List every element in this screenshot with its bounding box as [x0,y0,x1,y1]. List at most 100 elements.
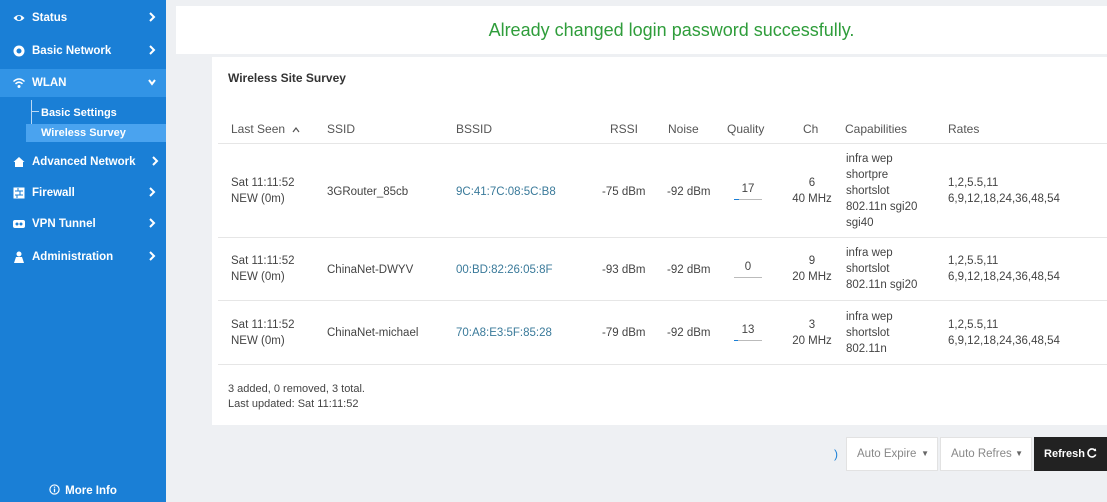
capability-line: 802.11n sgi20 [846,201,918,213]
cell-last-seen: Sat 11:11:52 NEW (0m) [231,175,295,207]
cell-capabilities: infra wep shortslot 802.11n [846,309,893,357]
survey-summary: 3 added, 0 removed, 3 total. [228,383,365,395]
house-icon [13,156,25,168]
capability-line: 802.11n sgi20 [846,279,918,291]
channel-number: 9 [808,255,816,267]
column-header-rssi[interactable]: RSSI [610,122,638,136]
rates-extended: 6,9,12,18,24,36,48,54 [948,335,1060,347]
auto-expire-value: Auto Expire [857,448,917,460]
submenu-item-wireless-survey[interactable]: Wireless Survey [26,124,166,142]
expire-link[interactable]: ) [834,447,838,461]
cell-rssi: -75 dBm [602,186,646,198]
chevron-right-icon [151,155,161,169]
admin-icon [13,251,25,263]
chevron-right-icon [148,250,158,264]
column-header-quality[interactable]: Quality [727,122,764,136]
rates-extended: 6,9,12,18,24,36,48,54 [948,193,1060,205]
quality-bar-fill [734,199,739,200]
auto-refresh-select[interactable]: Auto Refres ▼ [940,437,1032,471]
capability-line: shortslot [846,327,890,339]
rates-basic: 1,2,5.5,11 [948,255,999,267]
cell-rates: 1,2,5.5,11 6,9,12,18,24,36,48,54 [948,253,1060,285]
quality-bar [734,340,762,341]
channel-width: 40 MHz [792,193,832,205]
capability-line: sgi40 [846,217,874,229]
sidebar-item-label: Basic Network [32,45,112,57]
cell-bssid: 9C:41:7C:08:5C:B8 [456,186,556,198]
eye-icon [13,12,25,24]
submenu-item-basic-settings[interactable]: Basic Settings [26,104,117,122]
refresh-icon [1087,447,1097,461]
chevron-down-icon [148,76,158,90]
column-header-bssid[interactable]: BSSID [456,122,492,136]
row-divider [218,143,1107,144]
cell-quality: 13 [741,324,755,336]
cell-last-seen: Sat 11:11:52 NEW (0m) [231,317,295,349]
capability-line: 802.11n [846,343,887,355]
chevron-right-icon [148,186,158,200]
sidebar-item-firewall[interactable]: Firewall [0,179,166,207]
column-header-last-seen[interactable]: Last Seen [231,122,300,136]
chevron-right-icon [148,217,158,231]
cell-channel: 9 20 MHz [792,253,832,285]
column-header-noise[interactable]: Noise [668,122,699,136]
quality-bar [734,199,762,200]
cell-channel: 6 40 MHz [792,175,832,207]
globe-icon [13,45,25,57]
more-info-label: More Info [65,485,117,497]
cell-quality: 17 [741,183,755,195]
rates-basic: 1,2,5.5,11 [948,319,999,331]
last-updated: Last updated: Sat 11:11:52 [228,398,359,410]
quality-bar [734,277,762,278]
sidebar-item-label: Status [32,12,68,24]
sidebar-item-status[interactable]: Status [0,4,166,32]
cell-rates: 1,2,5.5,11 6,9,12,18,24,36,48,54 [948,175,1060,207]
capability-line: infra wep [846,153,893,165]
column-header-rates[interactable]: Rates [948,122,979,136]
cell-quality: 0 [744,261,752,273]
last-seen-status: NEW (0m) [231,271,285,283]
sidebar-item-label: Firewall [32,187,75,199]
last-seen-time: Sat 11:11:52 [231,319,295,331]
sidebar-item-wlan[interactable]: WLAN [0,69,166,97]
sidebar-item-vpn-tunnel[interactable]: VPN Tunnel [0,210,166,238]
capability-line: shortslot [846,263,890,275]
cell-noise: -92 dBm [667,264,711,276]
auto-refresh-value: Auto Refres [951,448,1012,460]
channel-number: 6 [808,177,816,189]
column-header-capabilities[interactable]: Capabilities [845,122,907,136]
cell-rssi: -79 dBm [602,327,646,339]
cell-ssid: ChinaNet-DWYV [327,264,414,276]
more-info-link[interactable]: More Info [0,480,166,502]
last-seen-status: NEW (0m) [231,193,285,205]
auto-expire-select[interactable]: Auto Expire ▼ [846,437,938,471]
capability-line: shortslot [846,185,890,197]
sidebar-item-administration[interactable]: Administration [0,243,166,271]
sidebar: Status Basic Network WLAN Basic Settings… [0,0,166,502]
success-message: Already changed login password successfu… [488,19,855,40]
sidebar-item-basic-network[interactable]: Basic Network [0,37,166,65]
cell-capabilities: infra wep shortpre shortslot 802.11n sgi… [846,151,917,231]
sidebar-item-advanced-network[interactable]: Advanced Network [0,148,166,176]
capability-line: infra wep [846,311,893,323]
column-header-ch[interactable]: Ch [803,122,818,136]
column-header-ssid[interactable]: SSID [327,122,355,136]
refresh-button[interactable]: Refresh [1034,437,1107,471]
refresh-label: Refresh [1044,448,1085,460]
cell-rates: 1,2,5.5,11 6,9,12,18,24,36,48,54 [948,317,1060,349]
sidebar-item-label: Advanced Network [32,156,136,168]
channel-width: 20 MHz [792,271,832,283]
channel-width: 20 MHz [792,335,832,347]
cell-bssid: 00:BD:82:26:05:8F [456,264,553,276]
cell-noise: -92 dBm [667,186,711,198]
rates-extended: 6,9,12,18,24,36,48,54 [948,271,1060,283]
vpn-icon [13,218,25,230]
capability-line: infra wep [846,247,893,259]
row-divider [218,364,1107,365]
channel-number: 3 [808,319,816,331]
cell-ssid: 3GRouter_85cb [327,186,409,198]
chevron-right-icon [148,44,158,58]
caret-down-icon: ▼ [1015,449,1023,458]
sidebar-item-label: WLAN [32,77,67,89]
cell-ssid: ChinaNet-michael [327,327,419,339]
